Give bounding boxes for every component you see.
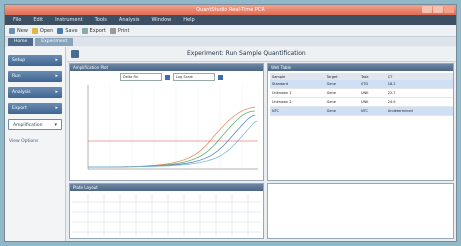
well-table: Sample Target Task CT Standard Gene STD … (270, 73, 453, 116)
new-icon (9, 27, 15, 34)
chevron-down-icon: ▾ (54, 122, 57, 128)
cell-ct: 22.7 (385, 88, 453, 98)
collapse-button[interactable] (71, 50, 79, 58)
tab-home[interactable]: Home (8, 38, 34, 46)
menu-edit[interactable]: Edit (33, 15, 43, 25)
well-table-panel: Well Table Sample Target Task CT Standar… (267, 63, 454, 181)
sidebar-item-analysis[interactable]: Analysis ▸ (8, 87, 62, 98)
cell-target: Gene (324, 80, 359, 89)
cell-task: UNK (358, 97, 386, 107)
cell-ct: 24.9 (385, 97, 453, 107)
details-panel (267, 183, 454, 239)
folder-icon (31, 27, 38, 34)
sidebar-item-export[interactable]: Export ▸ (8, 103, 62, 114)
sidebar-item-label: Export (12, 106, 27, 111)
checkbox-icon[interactable] (165, 74, 170, 80)
cell-task: NTC (358, 106, 386, 116)
menu-tools[interactable]: Tools (95, 15, 107, 25)
open-label: Open (39, 27, 54, 34)
title-bar: QuantStudio Real-Time PCR (5, 5, 456, 15)
app-window: QuantStudio Real-Time PCR File Edit Inst… (4, 4, 457, 242)
close-button[interactable] (444, 6, 454, 13)
curve-lightblue (87, 120, 258, 168)
sidebar: Setup ▸ Run ▸ Analysis ▸ Export ▸ Amplificat… (5, 47, 66, 241)
panel-title: Well Table (268, 64, 453, 71)
menu-help[interactable]: Help (183, 15, 194, 25)
column-header[interactable]: CT (385, 73, 453, 80)
print-icon (109, 27, 116, 34)
amplification-chart (87, 85, 258, 170)
sidebar-item-label: Amplification (13, 123, 43, 128)
column-header[interactable]: Target (324, 73, 359, 80)
column-header[interactable]: Sample (270, 73, 325, 80)
plate-grid[interactable] (70, 192, 263, 238)
menu-file[interactable]: File (13, 15, 21, 25)
tab-row: Home Experiment (5, 37, 456, 46)
cell-sample: Unknown 2 (270, 97, 325, 107)
panel-title: Plate Layout (70, 184, 263, 191)
print-button[interactable]: Print (109, 27, 130, 34)
sidebar-item-setup[interactable]: Setup ▸ (8, 55, 62, 66)
cell-target: Gene (324, 88, 359, 98)
open-button[interactable]: Open (31, 27, 54, 34)
export-label: Export (89, 27, 106, 34)
cell-sample: Standard (270, 80, 325, 89)
cell-task: UNK (358, 88, 386, 98)
cell-sample: NTC (270, 106, 325, 116)
menu-bar: File Edit Instrument Tools Analysis Wind… (5, 15, 456, 25)
cell-task: STD (358, 80, 386, 89)
table-header-row: Sample Target Task CT (270, 73, 453, 80)
sidebar-item-label: Setup (12, 58, 26, 63)
plot-type-select[interactable]: Delta Rn (120, 73, 162, 81)
new-button[interactable]: New (9, 27, 28, 34)
sidebar-item-label: Analysis (12, 90, 31, 95)
minimize-button[interactable] (422, 6, 432, 13)
chevron-right-icon: ▸ (55, 57, 58, 63)
window-title: QuantStudio Real-Time PCR (196, 7, 265, 13)
tab-experiment[interactable]: Experiment (35, 38, 74, 46)
sidebar-item-label: Run (12, 74, 21, 79)
plate-layout-panel: Plate Layout (69, 183, 264, 239)
main-header: Experiment: Run Sample Quantification (67, 47, 456, 62)
cell-sample: Unknown 1 (270, 88, 325, 98)
save-icon (57, 27, 64, 34)
new-label: New (17, 27, 28, 34)
maximize-button[interactable] (433, 6, 443, 13)
view-options-link[interactable]: View Options (9, 139, 38, 144)
main-area: Experiment: Run Sample Quantification Am… (67, 47, 456, 241)
curve-orange (87, 106, 256, 168)
print-label: Print (117, 27, 130, 34)
menu-window[interactable]: Window (152, 15, 172, 25)
table-row[interactable]: Unknown 1 Gene UNK 22.7 (270, 88, 453, 98)
chevron-right-icon: ▸ (55, 73, 58, 79)
chevron-right-icon: ▸ (55, 89, 58, 95)
cell-target: Gene (324, 106, 359, 116)
menu-analysis[interactable]: Analysis (119, 15, 140, 25)
page-title: Experiment: Run Sample Quantification (187, 50, 306, 57)
toolbar: New Open Save Export Print (5, 25, 456, 37)
cell-ct: Undetermined (385, 106, 453, 116)
amplification-plot-panel: Amplification Plot Delta Rn Log Scale (69, 63, 264, 181)
chevron-right-icon: ▸ (55, 105, 58, 111)
panel-title: Amplification Plot (70, 64, 263, 71)
checkbox-icon[interactable] (218, 74, 223, 80)
export-button[interactable]: Export (81, 27, 106, 34)
save-label: Save (65, 27, 78, 34)
column-header[interactable]: Task (358, 73, 386, 80)
graph-scale-select[interactable]: Log Scale (173, 73, 215, 81)
table-row[interactable]: Unknown 2 Gene UNK 24.9 (270, 97, 453, 107)
table-row[interactable]: NTC Gene NTC Undetermined (270, 106, 453, 116)
plot-controls: Delta Rn Log Scale (120, 73, 223, 81)
cell-ct: 18.2 (385, 80, 453, 89)
cell-target: Gene (324, 97, 359, 107)
save-button[interactable]: Save (57, 27, 78, 34)
sidebar-item-run[interactable]: Run ▸ (8, 71, 62, 82)
menu-instrument[interactable]: Instrument (55, 15, 83, 25)
table-row[interactable]: Standard Gene STD 18.2 (270, 80, 453, 89)
export-icon (81, 27, 88, 34)
sidebar-item-amplification[interactable]: Amplification ▾ (8, 119, 62, 130)
